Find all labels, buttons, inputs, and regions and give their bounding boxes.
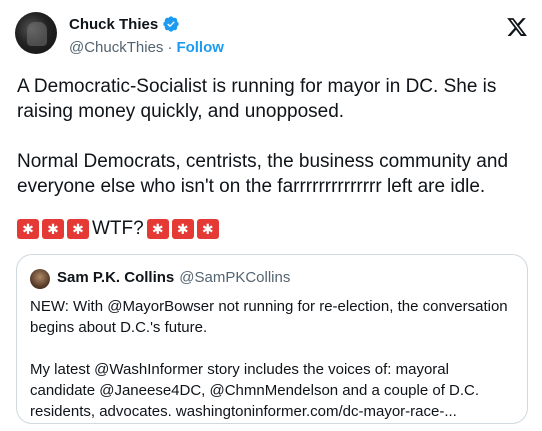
quoted-author-row: Sam P.K. Collins @SamPKCollins bbox=[57, 269, 290, 286]
police-light-icon bbox=[171, 219, 194, 239]
quoted-author-avatar bbox=[30, 269, 50, 289]
author-name[interactable]: Chuck Thies bbox=[69, 16, 158, 33]
police-light-icon bbox=[17, 219, 39, 239]
police-light-icon bbox=[146, 219, 169, 239]
author-name-row: Chuck Thies bbox=[69, 15, 180, 33]
police-light-icon bbox=[196, 219, 219, 239]
separator-dot: · bbox=[167, 39, 173, 56]
emoji-line: WTF? bbox=[17, 216, 222, 242]
quoted-author-handle: @SamPKCollins bbox=[179, 269, 291, 286]
author-handle[interactable]: @ChuckThies bbox=[69, 39, 163, 56]
quoted-tweet-text: NEW: With @MayorBowser not running for r… bbox=[30, 298, 508, 420]
author-avatar[interactable] bbox=[15, 12, 57, 54]
police-light-icon bbox=[42, 219, 64, 239]
x-logo-icon[interactable] bbox=[506, 16, 528, 38]
verified-badge-icon bbox=[163, 16, 179, 32]
avatar-silhouette bbox=[27, 22, 47, 46]
follow-button[interactable]: Follow bbox=[176, 39, 224, 56]
tweet-text: A Democratic-Socialist is running for ma… bbox=[17, 76, 509, 197]
police-light-icon bbox=[67, 219, 89, 239]
emoji-line-text: WTF? bbox=[92, 218, 144, 239]
author-handle-row: @ChuckThies · Follow bbox=[69, 39, 224, 56]
quoted-tweet-card[interactable]: Sam P.K. Collins @SamPKCollins NEW: With… bbox=[16, 254, 528, 424]
quoted-author-name: Sam P.K. Collins bbox=[57, 269, 175, 286]
